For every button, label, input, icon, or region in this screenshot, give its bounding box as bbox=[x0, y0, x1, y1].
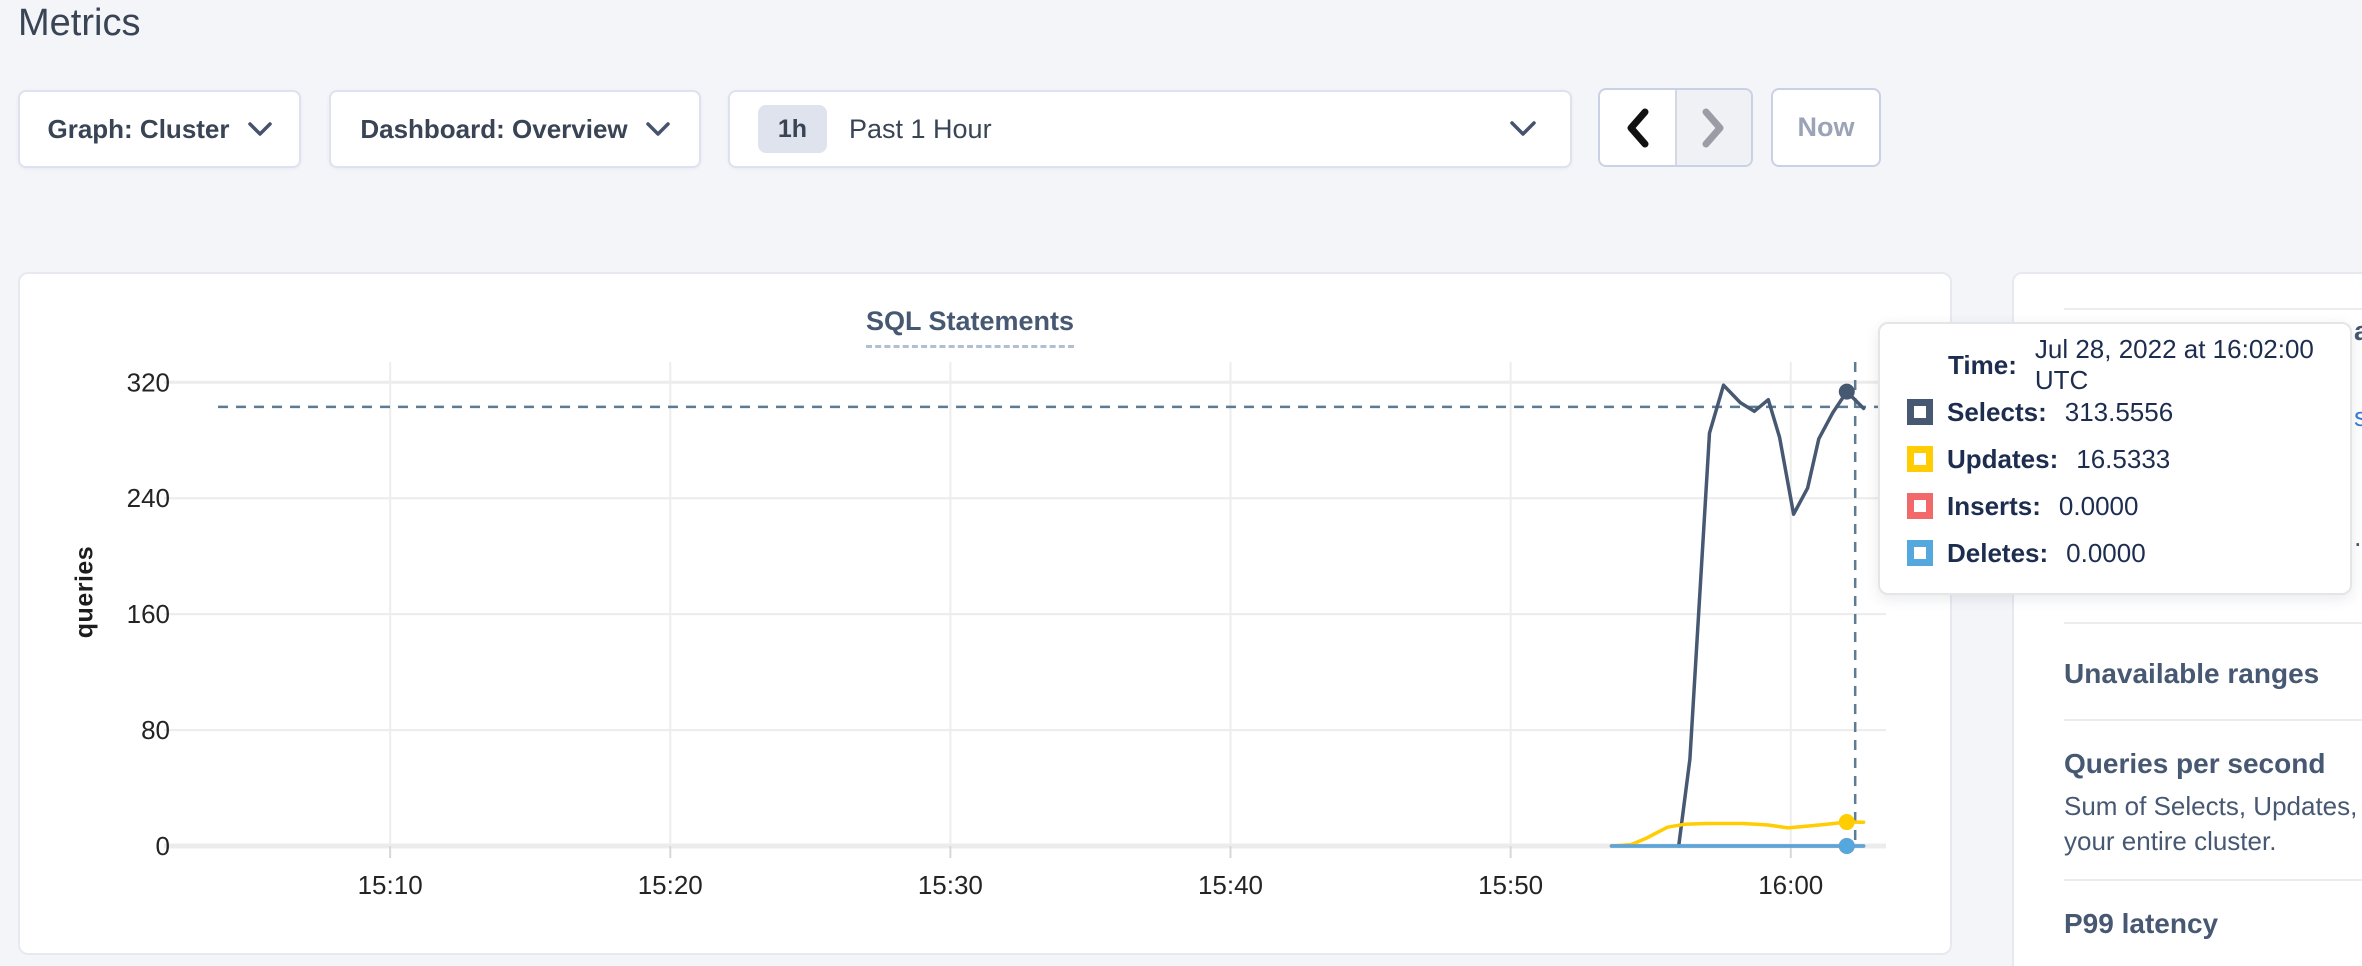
chevron-left-icon bbox=[1625, 108, 1649, 148]
time-range-badge: 1h bbox=[758, 105, 827, 153]
time-range-label: Past 1 Hour bbox=[849, 114, 992, 145]
tooltip-time-label: Time: bbox=[1948, 350, 2017, 381]
tooltip-series-label: Updates: bbox=[1947, 444, 2058, 475]
graph-scope-label: Graph: Cluster bbox=[47, 114, 229, 145]
svg-text:240: 240 bbox=[127, 483, 170, 513]
dashboard-label: Dashboard: Overview bbox=[360, 114, 627, 145]
sidebar-heading-p99-latency: P99 latency bbox=[2064, 908, 2218, 940]
svg-text:15:30: 15:30 bbox=[918, 870, 983, 900]
svg-text:0: 0 bbox=[156, 831, 170, 861]
clipped-text-fragment: . bbox=[2354, 522, 2362, 553]
chevron-right-icon bbox=[1702, 108, 1726, 148]
sidebar-heading-unavailable-ranges: Unavailable ranges bbox=[2064, 658, 2319, 690]
graph-scope-dropdown[interactable]: Graph: Cluster bbox=[18, 90, 301, 168]
tooltip-series-label: Selects: bbox=[1947, 397, 2047, 428]
metrics-page: Metrics Graph: Cluster Dashboard: Overvi… bbox=[0, 0, 2362, 966]
svg-text:15:10: 15:10 bbox=[358, 870, 423, 900]
chevron-down-icon bbox=[248, 122, 272, 137]
page-title: Metrics bbox=[18, 2, 140, 45]
svg-text:320: 320 bbox=[127, 367, 170, 397]
clipped-link-fragment: s bbox=[2354, 402, 2362, 433]
divider bbox=[2064, 719, 2362, 721]
tooltip-series-value: 313.5556 bbox=[2065, 397, 2173, 428]
tooltip-time-value: Jul 28, 2022 at 16:02:00 UTC bbox=[2035, 334, 2323, 396]
sidebar-heading-queries-per-second: Queries per second bbox=[2064, 748, 2325, 780]
tooltip-series-label: Deletes: bbox=[1947, 538, 2048, 569]
sql-statements-chart-card: SQL Statements queries 08016024032015:10… bbox=[18, 272, 1952, 955]
svg-text:160: 160 bbox=[127, 599, 170, 629]
clipped-text-fragment: a bbox=[2354, 316, 2362, 347]
time-window-nav bbox=[1598, 88, 1753, 167]
svg-text:15:40: 15:40 bbox=[1198, 870, 1263, 900]
chart-hover-tooltip: Time: Jul 28, 2022 at 16:02:00 UTC Selec… bbox=[1878, 322, 2352, 595]
sidebar-description-line: Sum of Selects, Updates, Inser bbox=[2064, 791, 2362, 822]
svg-text:16:00: 16:00 bbox=[1758, 870, 1823, 900]
next-window-button[interactable] bbox=[1675, 90, 1752, 165]
divider bbox=[2064, 879, 2362, 881]
dashboard-dropdown[interactable]: Dashboard: Overview bbox=[329, 90, 701, 168]
time-range-dropdown[interactable]: 1h Past 1 Hour bbox=[728, 90, 1572, 168]
now-button[interactable]: Now bbox=[1771, 88, 1881, 167]
tooltip-series-value: 16.5333 bbox=[2076, 444, 2170, 475]
tooltip-series-label: Inserts: bbox=[1947, 491, 2041, 522]
sql-statements-chart[interactable]: 0 80 160 240 320 15:10 15:20 15:30 15:40 15:50 16:… bbox=[20, 274, 1950, 953]
chevron-down-icon bbox=[646, 122, 670, 137]
sidebar-description-line: your entire cluster. bbox=[2064, 826, 2276, 857]
divider bbox=[2064, 308, 2362, 310]
tooltip-series-value: 0.0000 bbox=[2059, 491, 2139, 522]
svg-text:80: 80 bbox=[141, 715, 170, 745]
svg-text:15:50: 15:50 bbox=[1478, 870, 1543, 900]
inserts-series-swatch bbox=[1907, 493, 1933, 519]
divider bbox=[2064, 622, 2362, 624]
svg-text:15:20: 15:20 bbox=[638, 870, 703, 900]
selects-series-swatch bbox=[1907, 399, 1933, 425]
previous-window-button[interactable] bbox=[1600, 90, 1675, 165]
deletes-series-swatch bbox=[1907, 540, 1933, 566]
chevron-down-icon bbox=[1510, 121, 1536, 137]
tooltip-series-value: 0.0000 bbox=[2066, 538, 2146, 569]
updates-series-swatch bbox=[1907, 446, 1933, 472]
